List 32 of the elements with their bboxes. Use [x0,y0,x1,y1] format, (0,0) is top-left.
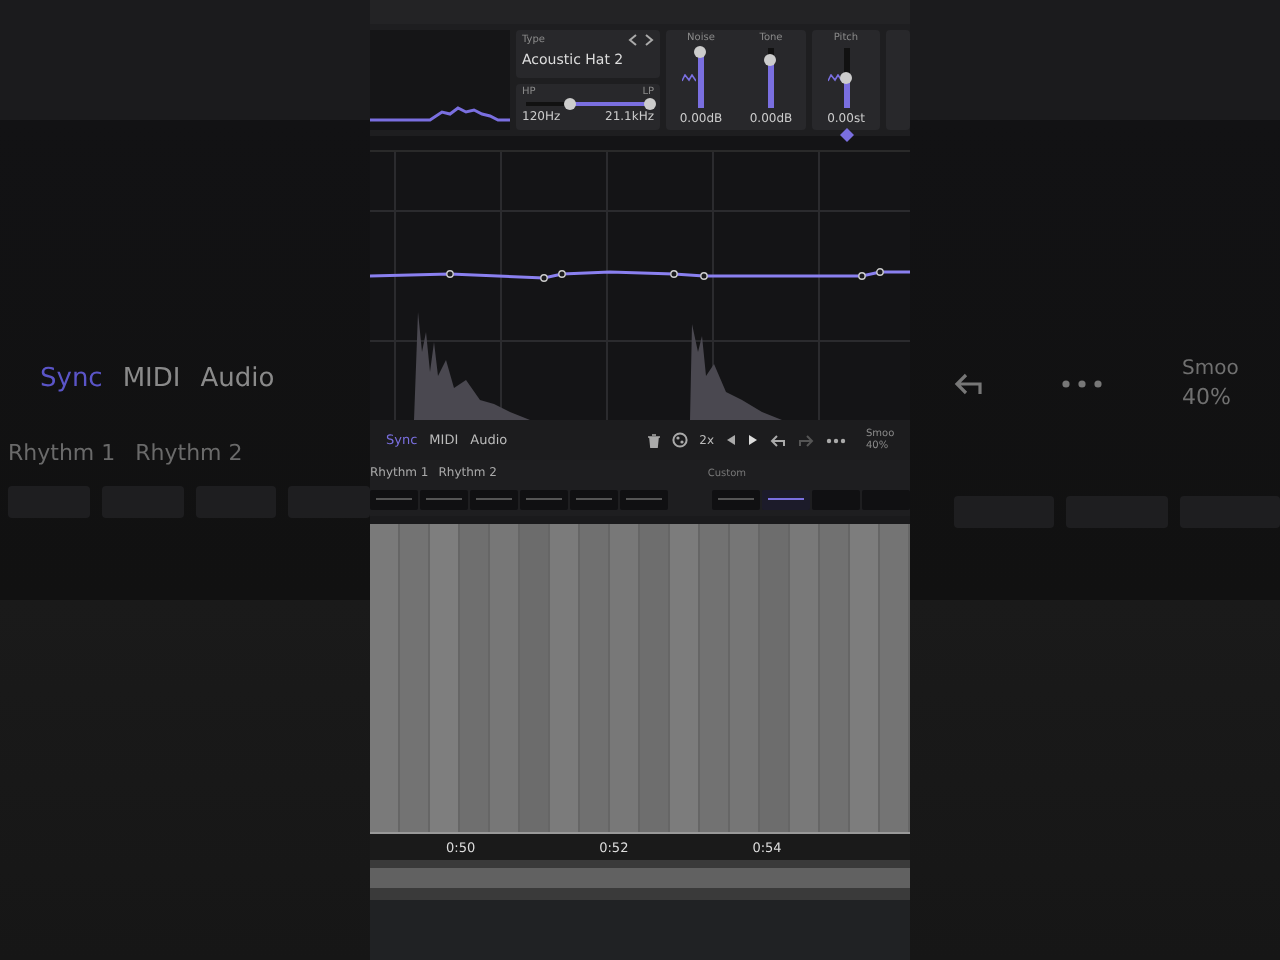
smooth-label: Smoo [1182,356,1239,384]
pad[interactable] [570,490,618,510]
dice-icon[interactable] [671,432,688,448]
pad[interactable] [762,490,810,510]
play-icon[interactable] [748,434,758,446]
previous-icon[interactable] [726,434,736,446]
mode-label: Audio [200,364,275,394]
pad[interactable] [470,490,518,510]
pad[interactable] [620,490,668,510]
undo-icon [954,372,982,396]
slider-thumb[interactable] [563,98,576,110]
mode-label: Sync [40,364,103,394]
more-icon [1062,380,1102,388]
trash-icon[interactable] [647,433,660,447]
next-icon[interactable] [644,34,654,46]
curve-drawing[interactable] [370,268,910,282]
waveform-drawing [370,106,510,122]
more-icon[interactable] [826,437,846,443]
fader-thumb[interactable] [840,72,852,84]
fader-thumb[interactable] [764,54,777,66]
previous-icon[interactable] [628,34,638,46]
fader-thumb[interactable] [694,45,707,57]
smooth-value: 40% [1182,384,1233,412]
pattern-label: Rhythm 1 [8,440,116,466]
undo-icon[interactable] [770,433,786,447]
pad[interactable] [520,490,568,510]
pattern-label: Rhythm 2 [135,440,243,466]
pad[interactable] [712,490,760,510]
slider-thumb[interactable] [644,98,656,110]
mode-label: MIDI [122,364,181,394]
pad[interactable] [420,490,468,510]
pad[interactable] [370,490,418,510]
